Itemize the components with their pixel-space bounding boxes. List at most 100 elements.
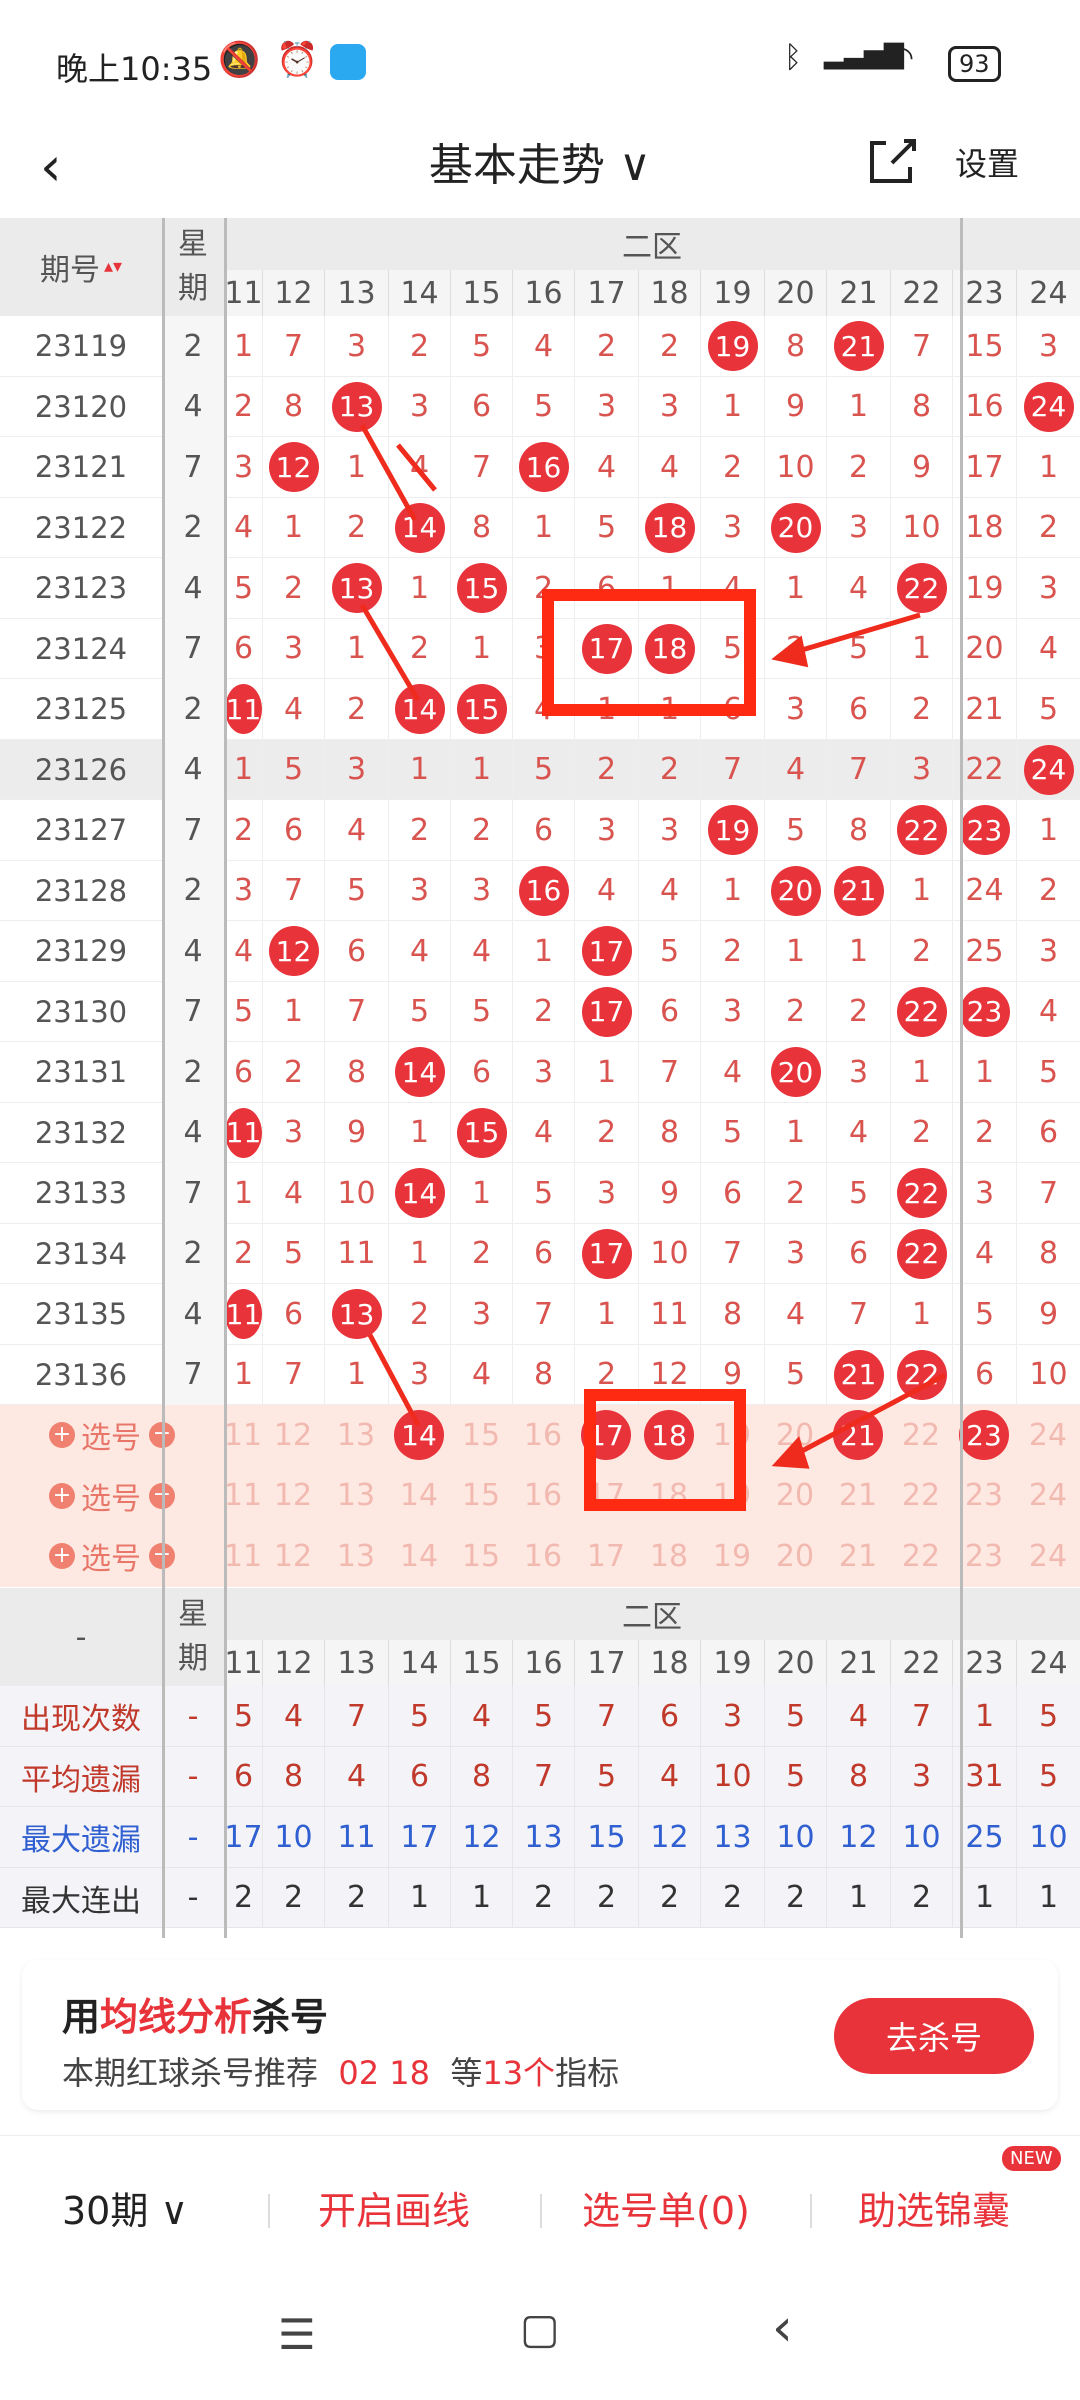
select-number[interactable]: 16 bbox=[512, 1526, 574, 1587]
selectable-number[interactable]: 24 bbox=[1029, 1539, 1067, 1574]
selectable-number[interactable]: 15 bbox=[462, 1539, 500, 1574]
selectable-number[interactable]: 20 bbox=[776, 1418, 814, 1453]
select-number[interactable]: 16 bbox=[512, 1405, 574, 1466]
select-number[interactable]: 15 bbox=[450, 1466, 512, 1527]
selection-list-button[interactable]: 选号单(0) bbox=[582, 2180, 750, 2235]
selected-ball[interactable]: 14 bbox=[394, 1410, 444, 1461]
selectable-number[interactable]: 15 bbox=[462, 1418, 500, 1453]
selectable-number[interactable]: 23 bbox=[965, 1478, 1003, 1513]
selectable-number[interactable]: 22 bbox=[902, 1478, 940, 1513]
selectable-number[interactable]: 12 bbox=[274, 1478, 312, 1513]
selectable-number[interactable]: 13 bbox=[337, 1539, 375, 1574]
kill-number-button[interactable]: 去杀号 bbox=[834, 1998, 1034, 2074]
select-number[interactable]: 20 bbox=[764, 1526, 826, 1587]
selectable-number[interactable]: 12 bbox=[274, 1418, 312, 1453]
helper-tips-button[interactable]: 助选锦囊 bbox=[858, 2180, 1010, 2235]
select-number[interactable]: 14 bbox=[388, 1466, 450, 1527]
settings-button[interactable]: 设置 bbox=[955, 139, 1019, 185]
selectable-number[interactable]: 18 bbox=[650, 1539, 688, 1574]
select-label[interactable]: 选号 bbox=[81, 1534, 141, 1578]
select-number[interactable]: 19 bbox=[700, 1405, 764, 1466]
selected-ball[interactable]: 23 bbox=[959, 1410, 1009, 1461]
draw-line-button[interactable]: 开启画线 bbox=[318, 2180, 470, 2235]
selectable-number[interactable]: 23 bbox=[965, 1539, 1003, 1574]
selected-ball[interactable]: 17 bbox=[581, 1410, 631, 1461]
selectable-number[interactable]: 14 bbox=[400, 1478, 438, 1513]
selectable-number[interactable]: 20 bbox=[776, 1539, 814, 1574]
select-number[interactable]: 15 bbox=[450, 1526, 512, 1587]
select-number[interactable]: 18 bbox=[638, 1466, 700, 1527]
home-nav-button[interactable]: ▢ bbox=[520, 2304, 560, 2353]
selectable-number[interactable]: 17 bbox=[587, 1478, 625, 1513]
select-number[interactable]: 17 bbox=[574, 1405, 638, 1466]
select-number[interactable]: 21 bbox=[826, 1405, 890, 1466]
selectable-number[interactable]: 12 bbox=[274, 1539, 312, 1574]
column-header: 18 bbox=[638, 270, 700, 316]
selectable-number[interactable]: 11 bbox=[224, 1478, 262, 1513]
selected-ball[interactable]: 18 bbox=[644, 1410, 694, 1461]
selectable-number[interactable]: 11 bbox=[224, 1418, 262, 1453]
selectable-number[interactable]: 19 bbox=[713, 1478, 751, 1513]
issue-header[interactable]: 期号 ▴▾ bbox=[0, 218, 162, 316]
select-number[interactable]: 20 bbox=[764, 1405, 826, 1466]
select-number[interactable]: 18 bbox=[638, 1405, 700, 1466]
selectable-number[interactable]: 20 bbox=[776, 1478, 814, 1513]
select-number[interactable]: 12 bbox=[262, 1466, 324, 1527]
menu-nav-button[interactable]: ☰ bbox=[278, 2310, 316, 2359]
select-number[interactable]: 15 bbox=[450, 1405, 512, 1466]
select-number[interactable]: 13 bbox=[324, 1405, 388, 1466]
add-icon[interactable]: + bbox=[49, 1543, 75, 1570]
select-number[interactable]: 14 bbox=[388, 1405, 450, 1466]
add-icon[interactable]: + bbox=[49, 1422, 75, 1449]
selectable-number[interactable]: 11 bbox=[224, 1539, 262, 1574]
select-number[interactable]: 14 bbox=[388, 1526, 450, 1587]
select-label[interactable]: 选号 bbox=[81, 1413, 141, 1457]
select-number[interactable]: 11 bbox=[224, 1466, 262, 1527]
select-number[interactable]: 12 bbox=[262, 1526, 324, 1587]
selectable-number[interactable]: 16 bbox=[524, 1418, 562, 1453]
selectable-number[interactable]: 22 bbox=[902, 1418, 940, 1453]
selectable-number[interactable]: 15 bbox=[462, 1478, 500, 1513]
selectable-number[interactable]: 13 bbox=[337, 1418, 375, 1453]
add-icon[interactable]: + bbox=[49, 1482, 75, 1509]
selectable-number[interactable]: 16 bbox=[524, 1539, 562, 1574]
select-number[interactable]: 22 bbox=[890, 1466, 952, 1527]
selectable-number[interactable]: 13 bbox=[337, 1478, 375, 1513]
selectable-number[interactable]: 17 bbox=[587, 1539, 625, 1574]
selected-ball[interactable]: 21 bbox=[833, 1410, 883, 1461]
select-number[interactable]: 11 bbox=[224, 1526, 262, 1587]
selectable-number[interactable]: 24 bbox=[1029, 1478, 1067, 1513]
select-number[interactable]: 12 bbox=[262, 1405, 324, 1466]
select-number[interactable]: 18 bbox=[638, 1526, 700, 1587]
select-number[interactable]: 13 bbox=[324, 1526, 388, 1587]
selectable-number[interactable]: 22 bbox=[902, 1539, 940, 1574]
select-number[interactable]: 24 bbox=[1016, 1526, 1080, 1587]
selectable-number[interactable]: 24 bbox=[1029, 1418, 1067, 1453]
select-number[interactable]: 22 bbox=[890, 1526, 952, 1587]
select-number[interactable]: 11 bbox=[224, 1405, 262, 1466]
select-number[interactable]: 22 bbox=[890, 1405, 952, 1466]
selectable-number[interactable]: 19 bbox=[713, 1539, 751, 1574]
select-number[interactable]: 24 bbox=[1016, 1466, 1080, 1527]
select-number[interactable]: 17 bbox=[574, 1526, 638, 1587]
select-number[interactable]: 17 bbox=[574, 1466, 638, 1527]
back-nav-button[interactable]: ‹ bbox=[772, 2298, 793, 2358]
select-label[interactable]: 选号 bbox=[81, 1474, 141, 1518]
select-number[interactable]: 21 bbox=[826, 1466, 890, 1527]
select-number[interactable]: 21 bbox=[826, 1526, 890, 1587]
share-icon[interactable] bbox=[864, 133, 920, 189]
select-number[interactable]: 16 bbox=[512, 1466, 574, 1527]
select-number[interactable]: 13 bbox=[324, 1466, 388, 1527]
periods-dropdown[interactable]: 30期 ∨ bbox=[62, 2180, 188, 2235]
select-number[interactable]: 20 bbox=[764, 1466, 826, 1527]
sort-icon[interactable]: ▴▾ bbox=[104, 258, 122, 276]
select-number[interactable]: 19 bbox=[700, 1526, 764, 1587]
selectable-number[interactable]: 21 bbox=[839, 1539, 877, 1574]
selectable-number[interactable]: 19 bbox=[713, 1418, 751, 1453]
selectable-number[interactable]: 18 bbox=[650, 1478, 688, 1513]
selectable-number[interactable]: 21 bbox=[839, 1478, 877, 1513]
select-number[interactable]: 24 bbox=[1016, 1405, 1080, 1466]
selectable-number[interactable]: 14 bbox=[400, 1539, 438, 1574]
selectable-number[interactable]: 16 bbox=[524, 1478, 562, 1513]
select-number[interactable]: 19 bbox=[700, 1466, 764, 1527]
